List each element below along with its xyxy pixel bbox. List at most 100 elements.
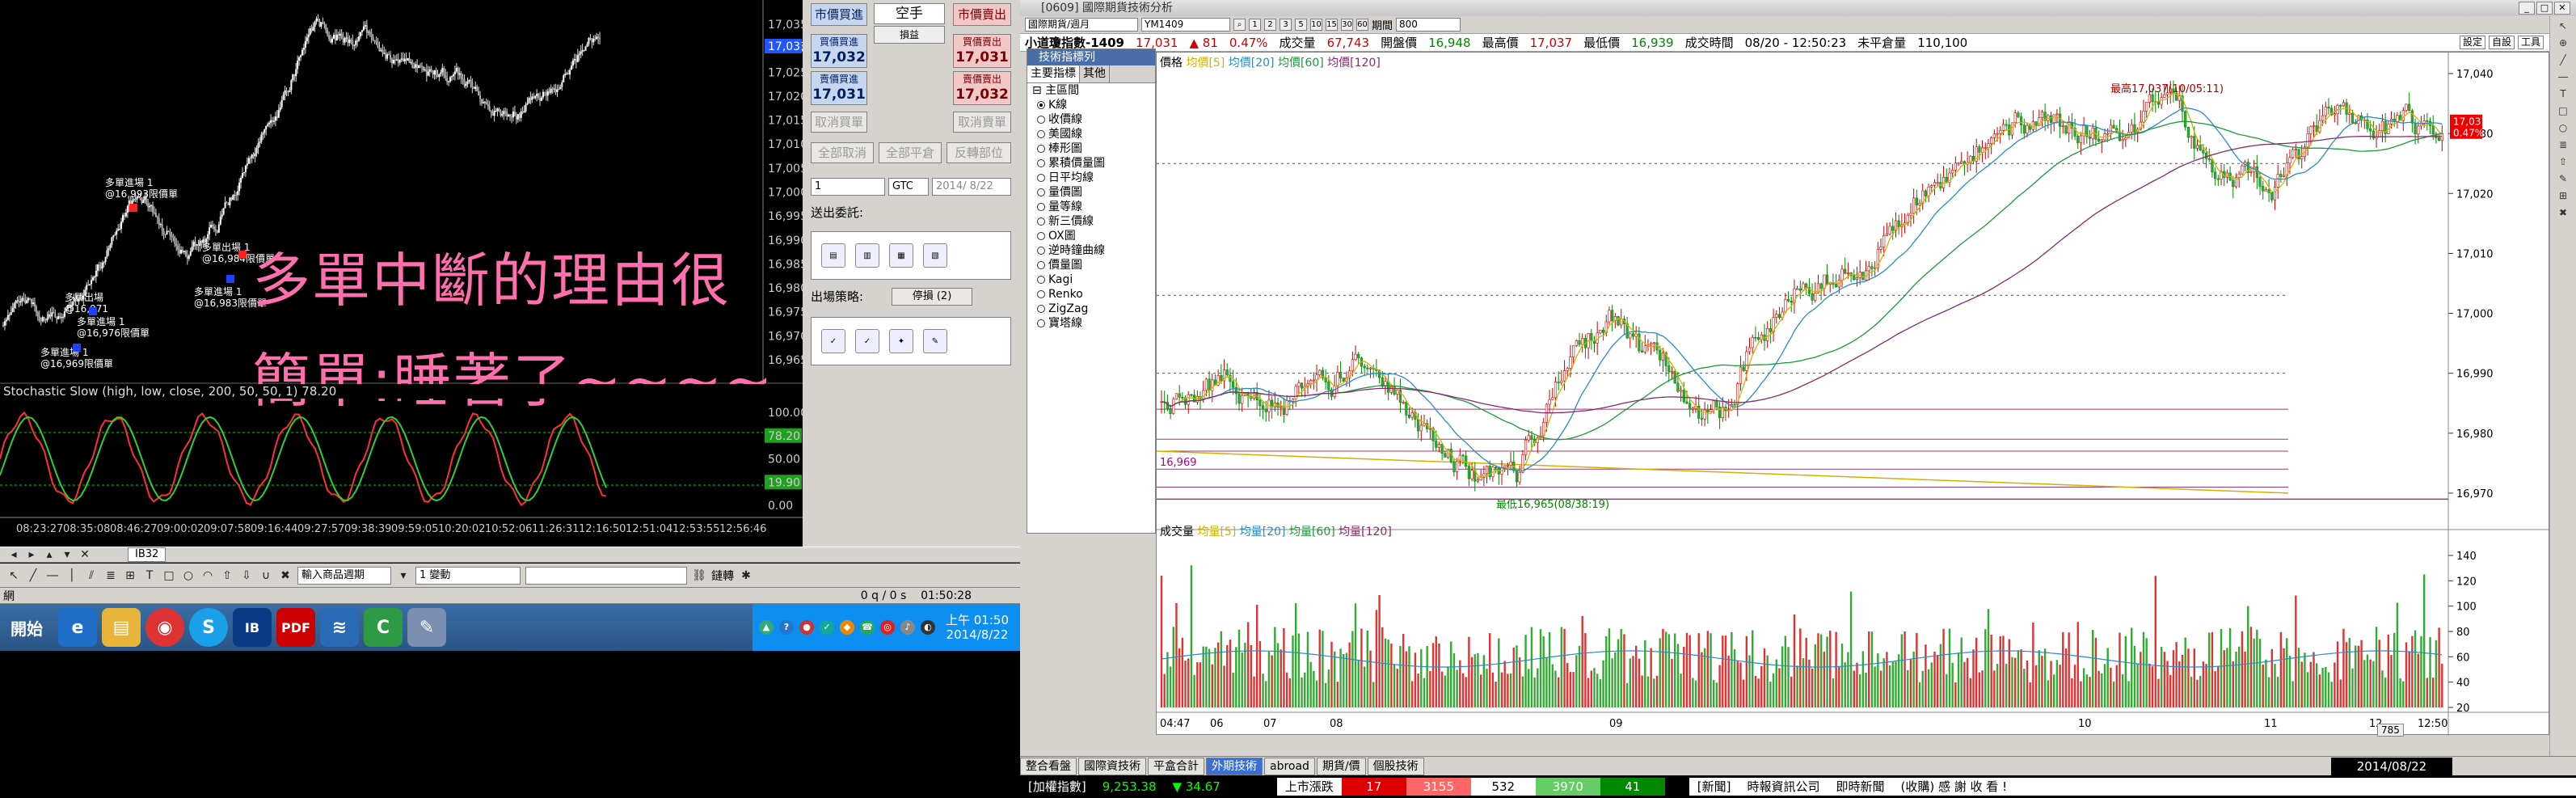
line-icon[interactable]: ╱ xyxy=(26,568,40,583)
left-price-chart[interactable]: 17,03517,03017,02517,02017,01517,01017,0… xyxy=(0,0,803,556)
order-type-icon-4[interactable]: ▧ xyxy=(923,243,947,268)
tray-icon-7[interactable]: ◎ xyxy=(880,620,895,635)
exit-icon-3[interactable]: ✦ xyxy=(889,329,913,353)
flatten-all-button[interactable]: 全部平倉 xyxy=(879,142,942,163)
tool-fib-icon[interactable]: ≣ xyxy=(2555,137,2571,152)
tree-item[interactable]: 量等線 xyxy=(1027,200,1155,214)
pdf-icon[interactable]: PDF xyxy=(276,608,315,647)
app-pen-icon[interactable]: ✎ xyxy=(407,608,446,647)
minimize-icon[interactable]: _ xyxy=(2519,2,2535,15)
ellipse-icon[interactable]: ○ xyxy=(181,568,196,583)
hline-icon[interactable]: ― xyxy=(45,568,60,583)
exit-icon-4[interactable]: ✎ xyxy=(923,329,947,353)
tray-icon-3[interactable]: ● xyxy=(799,620,814,635)
tray-icon-1[interactable]: ▲ xyxy=(759,620,774,635)
tree-item[interactable]: 寶塔線 xyxy=(1027,316,1155,331)
link-icon[interactable]: ⛓ xyxy=(692,568,706,583)
ie-icon[interactable]: e xyxy=(58,608,97,647)
tool-text-icon[interactable]: T xyxy=(2555,87,2571,101)
tool-hline-icon[interactable]: ― xyxy=(2555,70,2571,84)
tab-main-indicators[interactable]: 主要指標 xyxy=(1027,65,1080,82)
period-input[interactable]: 800 xyxy=(1396,18,1461,32)
grid-icon[interactable]: ⊞ xyxy=(123,568,137,583)
tray-icon-6[interactable]: ☎ xyxy=(860,620,875,635)
close-icon[interactable]: ✕ xyxy=(78,547,92,562)
tree-item[interactable]: OX圖 xyxy=(1027,229,1155,243)
bottom-tab[interactable]: 個股技術 xyxy=(1367,757,1424,775)
tree-item[interactable]: Renko xyxy=(1027,287,1155,302)
rect-icon[interactable]: □ xyxy=(162,568,176,583)
ib-icon[interactable]: IB xyxy=(233,608,272,647)
bottom-tab[interactable]: 國際資技術 xyxy=(1078,757,1146,775)
down-arrow-icon[interactable]: ⇩ xyxy=(239,568,254,583)
up-arrow-icon[interactable]: ⇧ xyxy=(220,568,234,583)
app-wave-icon[interactable]: ≋ xyxy=(320,608,359,647)
tree-item[interactable]: 累積價量圖 xyxy=(1027,156,1155,171)
arrow-right-icon[interactable]: ▸ xyxy=(24,547,39,562)
tool-zoom-icon[interactable]: ⊕ xyxy=(2555,36,2571,50)
window-titlebar[interactable]: [0609] 國際期貨技術分析 xyxy=(1020,0,2576,16)
period-30-button[interactable]: 30 xyxy=(1341,19,1353,31)
market-sell-button[interactable]: 市價賣出 xyxy=(953,3,1011,26)
ask-sell-button[interactable]: 賣價賣出 17,032 xyxy=(953,71,1011,105)
tool-cursor-icon[interactable]: ↖ xyxy=(2555,19,2571,33)
fib-icon[interactable]: ≣ xyxy=(103,568,118,583)
tool-line-icon[interactable]: ╱ xyxy=(2555,53,2571,67)
cancel-buy-button[interactable]: 取消買單 xyxy=(811,112,867,133)
period-3-button[interactable]: 3 xyxy=(1280,19,1292,31)
search-icon[interactable]: ⌕ xyxy=(1233,19,1246,31)
maximize-icon[interactable]: □ xyxy=(2536,2,2553,15)
bid-sell-button[interactable]: 買價賣出 17,031 xyxy=(953,34,1011,68)
tree-item[interactable]: 逆時鐘曲線 xyxy=(1027,243,1155,258)
bottom-tab[interactable]: abroad xyxy=(1264,757,1315,775)
news-label[interactable]: [新聞] xyxy=(1689,778,1739,796)
app-c-icon[interactable]: C xyxy=(364,608,403,647)
arrow-left-icon[interactable]: ◂ xyxy=(6,547,21,562)
product-period-input[interactable]: 輸入商品週期 xyxy=(297,566,391,585)
arrow-up-icon[interactable]: ▴ xyxy=(42,547,57,562)
arc-icon[interactable]: ◠ xyxy=(200,568,215,583)
tool-circle-icon[interactable]: ○ xyxy=(2555,120,2571,135)
symbol-select[interactable] xyxy=(525,566,687,585)
tree-item[interactable]: 日平均線 xyxy=(1027,171,1155,185)
channel-icon[interactable]: ⫽ xyxy=(84,568,99,583)
bottom-tab[interactable]: 外期技術 xyxy=(1206,757,1263,775)
symbol-input[interactable]: YM1409 xyxy=(1141,18,1230,32)
exit-icon-1[interactable]: ✓ xyxy=(821,329,845,353)
tif-select[interactable]: GTC xyxy=(888,178,929,196)
tree-item[interactable]: 量價圖 xyxy=(1027,185,1155,200)
order-type-icon-1[interactable]: ▤ xyxy=(821,243,845,268)
order-type-icon-3[interactable]: ▦ xyxy=(889,243,913,268)
period-1-button[interactable]: 1 xyxy=(1249,19,1261,31)
close-icon[interactable]: ✕ xyxy=(2554,2,2570,15)
start-button[interactable]: 開始 xyxy=(0,608,53,647)
tree-item[interactable]: K線 xyxy=(1027,98,1155,112)
workspace-tab[interactable]: IB32 xyxy=(128,547,167,562)
tree-item[interactable]: Kagi xyxy=(1027,272,1155,287)
date-select[interactable]: 2014/ 8/22 xyxy=(932,178,1011,196)
ask-buy-button[interactable]: 賣價買進 17,031 xyxy=(811,71,867,105)
tray-icon-2[interactable]: ? xyxy=(779,620,794,635)
tree-item[interactable]: 棒形圖 xyxy=(1027,141,1155,156)
cancel-all-button[interactable]: 全部取消 xyxy=(811,142,874,163)
folder-icon[interactable]: ▤ xyxy=(102,608,141,647)
tool-arrow-icon[interactable]: ⇧ xyxy=(2555,154,2571,169)
period-15-button[interactable]: 15 xyxy=(1326,19,1338,31)
custom-button[interactable]: 自設 xyxy=(2488,36,2515,49)
tool-rect-icon[interactable]: □ xyxy=(2555,103,2571,118)
tree-item[interactable]: 收價線 xyxy=(1027,112,1155,127)
delete-icon[interactable]: ✖ xyxy=(278,568,293,583)
tool-pen-icon[interactable]: ✎ xyxy=(2555,171,2571,186)
chain-label[interactable]: 鏈轉 xyxy=(711,568,734,584)
main-price-chart[interactable]: 17,04017,03017,02017,01017,00016,99016,9… xyxy=(1156,52,2550,737)
taskbar-clock[interactable]: 上午 01:50 2014/8/22 xyxy=(941,613,1014,642)
period-5-button[interactable]: 5 xyxy=(1295,19,1307,31)
tray-icon-5[interactable]: ◆ xyxy=(840,620,854,635)
vline-icon[interactable]: │ xyxy=(65,568,79,583)
tray-icon-4[interactable]: ✓ xyxy=(820,620,834,635)
dropdown-icon[interactable]: ▾ xyxy=(396,568,411,583)
tree-item[interactable]: 美國線 xyxy=(1027,127,1155,141)
period-10-button[interactable]: 10 xyxy=(1310,19,1322,31)
pointer-icon[interactable]: ↖ xyxy=(6,568,21,583)
market-buy-button[interactable]: 市價買進 xyxy=(811,3,867,26)
